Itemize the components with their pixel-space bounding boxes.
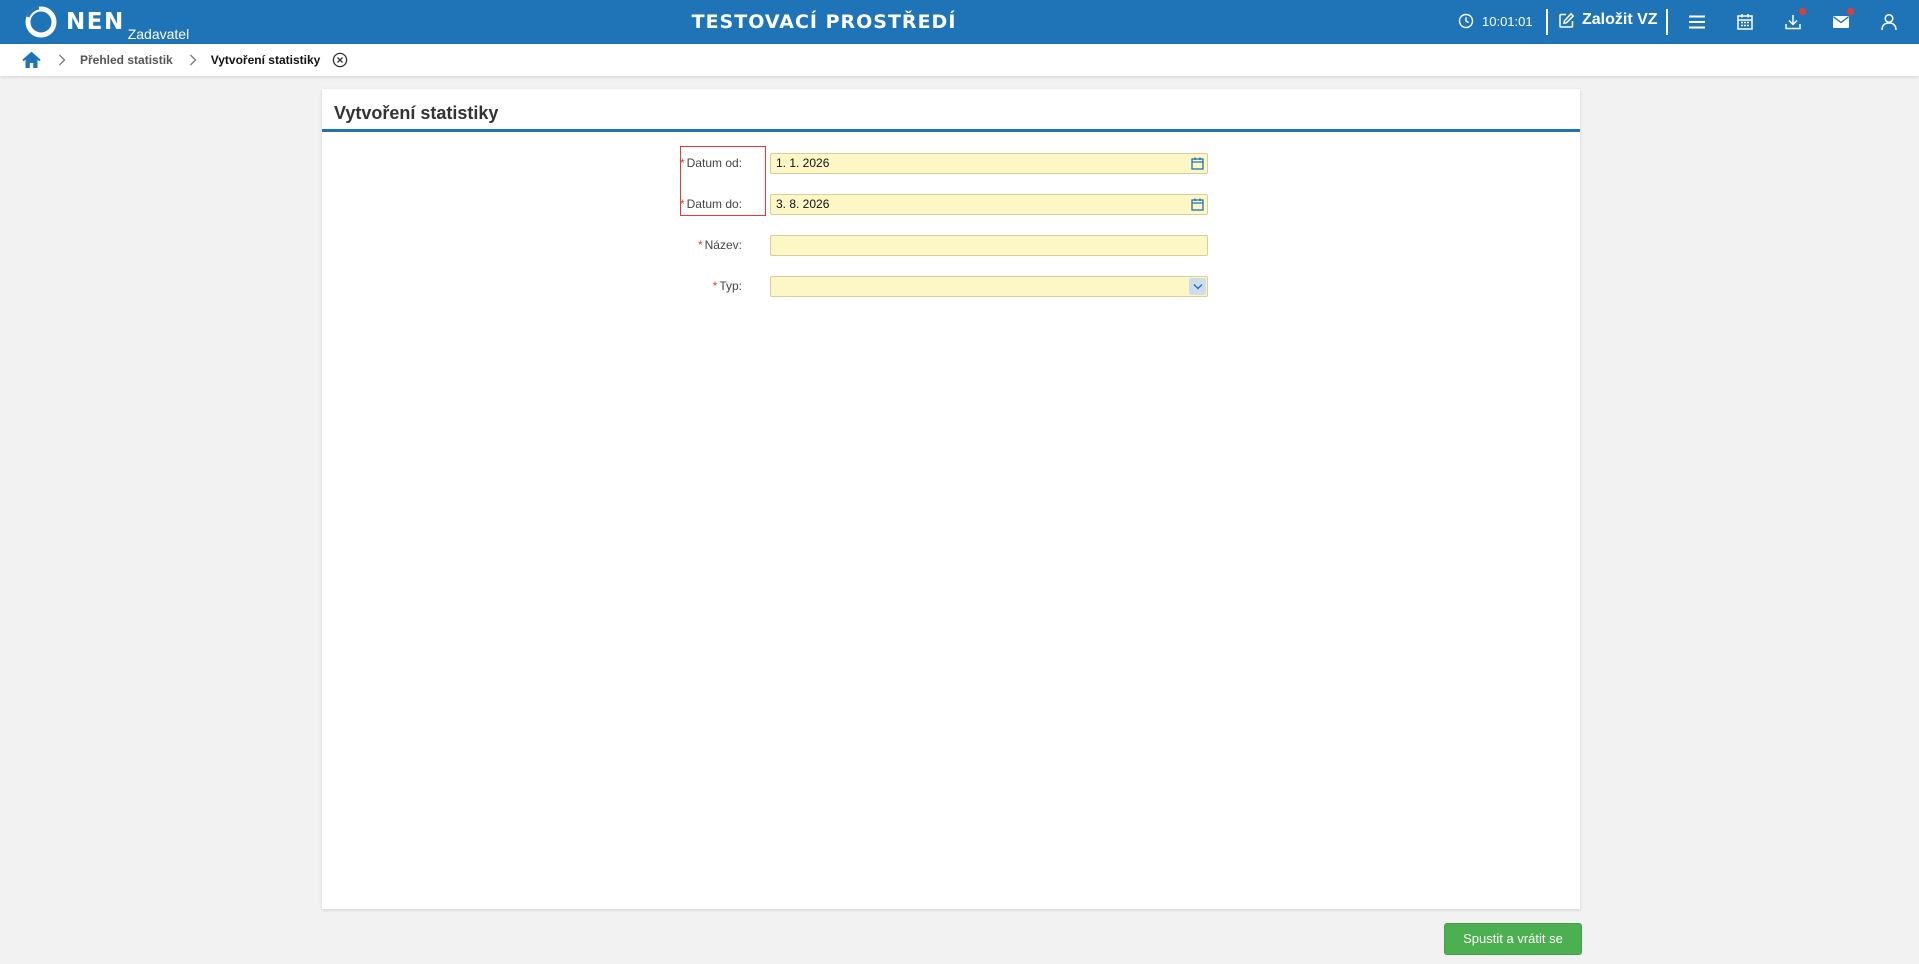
date-to-calendar-button[interactable] (1189, 196, 1206, 213)
calendar-icon (1191, 198, 1204, 211)
create-tender-label: Založit VZ (1582, 11, 1658, 28)
environment-title: TESTOVACÍ PROSTŘEDÍ (691, 11, 957, 33)
download-button[interactable] (1780, 8, 1806, 34)
form-row-name: * Název: (322, 235, 1580, 257)
clock-time: 10:01:01 (1482, 13, 1533, 29)
name-input[interactable] (770, 235, 1208, 256)
close-circle-icon (333, 52, 348, 68)
date-from-value: 1. 1. 2026 (776, 156, 830, 170)
session-clock: 10:01:01 (1458, 13, 1533, 29)
type-label: * Typ: (712, 279, 742, 293)
home-icon (22, 51, 41, 68)
home-button[interactable] (22, 50, 42, 70)
download-icon (1785, 15, 1801, 30)
header-divider (1666, 9, 1668, 35)
name-label: * Název: (697, 238, 742, 252)
edit-icon (1559, 12, 1575, 28)
date-from-calendar-button[interactable] (1189, 155, 1206, 172)
form-panel: Vytvoření statistiky * Datum od: 1. 1. 20… (322, 89, 1580, 909)
breadcrumb-item-statistics-overview[interactable]: Přehled statistik (80, 53, 173, 67)
type-select[interactable] (770, 276, 1208, 297)
date-to-label: * Datum do: (679, 197, 742, 211)
calendar-icon (1191, 157, 1204, 170)
run-and-return-button[interactable]: Spustit a vrátit se (1444, 923, 1582, 955)
required-mark: * (712, 279, 718, 293)
mail-icon (1833, 16, 1849, 28)
form-row-date-to: * Datum do: 3. 8. 2026 (322, 194, 1580, 216)
form-row-date-from: * Datum od: 1. 1. 2026 (322, 153, 1580, 175)
chevron-right-icon (58, 54, 66, 66)
required-mark: * (679, 197, 685, 211)
page-title: Vytvoření statistiky (322, 89, 1580, 132)
messages-button[interactable] (1828, 8, 1854, 34)
date-to-value: 3. 8. 2026 (776, 197, 830, 211)
breadcrumb: Přehled statistik Vytvoření statistiky (0, 44, 1919, 76)
menu-button[interactable] (1684, 10, 1710, 34)
header-divider (1546, 9, 1548, 35)
chevron-right-icon (189, 54, 197, 66)
clock-icon (1458, 13, 1474, 29)
calendar-icon (1737, 14, 1753, 30)
menu-icon (1689, 15, 1705, 29)
form-row-type: * Typ: (322, 276, 1580, 298)
notification-dot (1799, 8, 1806, 15)
user-button[interactable] (1876, 10, 1902, 34)
user-icon (1881, 13, 1897, 31)
create-tender-button[interactable]: Založit VZ (1558, 11, 1658, 29)
close-tab-button[interactable] (332, 52, 348, 68)
date-from-input[interactable]: 1. 1. 2026 (770, 153, 1208, 174)
top-bar: NEN Zadavatel TESTOVACÍ PROSTŘEDÍ 10:01:… (0, 0, 1919, 44)
breadcrumb-item-current: Vytvoření statistiky (210, 53, 321, 67)
type-dropdown-button[interactable] (1189, 278, 1206, 295)
required-mark: * (679, 156, 685, 170)
required-mark: * (697, 238, 703, 252)
chevron-down-icon (1193, 284, 1202, 290)
notification-dot (1847, 8, 1854, 15)
date-from-label: * Datum od: (679, 156, 742, 170)
date-to-input[interactable]: 3. 8. 2026 (770, 194, 1208, 215)
calendar-button[interactable] (1732, 10, 1758, 34)
